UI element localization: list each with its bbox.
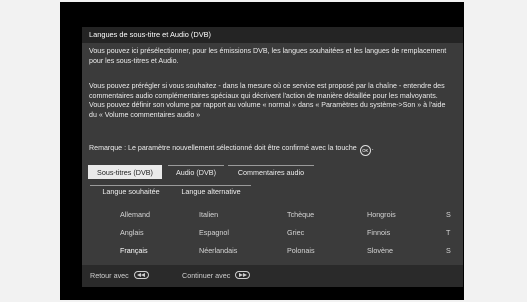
language-option[interactable]: Finnois — [367, 228, 390, 237]
footer-bar: Retour avec Continuer avec — [82, 265, 463, 287]
tab-audio-description[interactable]: Commentaires audio — [228, 165, 314, 179]
intro-paragraph: Vous pouvez ici présélectionner, pour le… — [89, 47, 447, 65]
tab-audio-dvb[interactable]: Audio (DVB) — [168, 165, 224, 179]
remark-text: Remarque : Le paramètre nouvellement sél… — [89, 144, 459, 156]
language-settings-dialog: Langues de sous-titre et Audio (DVB) Vou… — [82, 27, 463, 287]
continue-button[interactable]: Continuer avec — [182, 265, 251, 287]
language-option[interactable]: Néerlandais — [199, 246, 237, 255]
language-option[interactable]: S — [446, 210, 451, 219]
language-grid: Allemand Italien Tchèque Hongrois S Angl… — [82, 207, 463, 257]
tab-subtitles-dvb[interactable]: Sous-titres (DVB) — [88, 165, 162, 179]
ok-key-icon: OK — [359, 145, 371, 156]
back-button[interactable]: Retour avec — [90, 265, 149, 287]
language-option[interactable]: S — [446, 246, 451, 255]
language-option[interactable]: Polonais — [287, 246, 315, 255]
language-option[interactable]: Hongrois — [367, 210, 396, 219]
remark-label: Remarque : Le paramètre nouvellement sél… — [89, 144, 357, 152]
continue-label: Continuer avec — [182, 271, 231, 280]
subtab-alternative-language[interactable]: Langue alternative — [171, 185, 251, 198]
language-option[interactable]: T — [446, 228, 450, 237]
language-option[interactable]: Tchèque — [287, 210, 314, 219]
language-option-selected[interactable]: Français — [120, 246, 148, 255]
language-option[interactable]: Slovène — [367, 246, 393, 255]
back-label: Retour avec — [90, 271, 129, 280]
rewind-key-icon — [133, 271, 149, 279]
language-option[interactable]: Italien — [199, 210, 218, 219]
subtab-preferred-language[interactable]: Langue souhaitée — [90, 185, 172, 198]
language-option[interactable]: Allemand — [120, 210, 150, 219]
audio-description-paragraph: Vous pouvez prérégler si vous souhaitez … — [89, 82, 446, 119]
remark-end: . — [371, 144, 374, 152]
language-option[interactable]: Espagnol — [199, 228, 229, 237]
language-option[interactable]: Griec — [287, 228, 304, 237]
language-option[interactable]: Anglais — [120, 228, 144, 237]
fast-forward-key-icon — [235, 271, 251, 279]
dialog-title: Langues de sous-titre et Audio (DVB) — [82, 27, 463, 43]
